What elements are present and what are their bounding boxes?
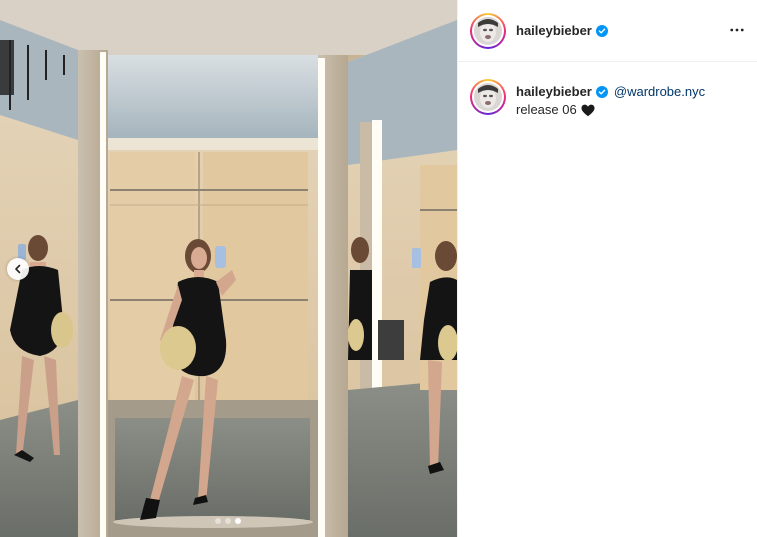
black-heart-icon xyxy=(581,104,595,116)
caption-avatar[interactable] xyxy=(470,79,506,115)
post-sidebar: haileybieber haileybieber @wardrobe.nyc … xyxy=(457,0,757,537)
carousel-dot-active xyxy=(235,518,241,524)
verified-badge-icon xyxy=(595,24,608,37)
header-username[interactable]: haileybieber xyxy=(516,23,592,38)
caption-text: haileybieber @wardrobe.nyc release 06 xyxy=(516,79,705,119)
post-header: haileybieber xyxy=(458,0,757,62)
caption-username[interactable]: haileybieber xyxy=(516,83,592,101)
avatar[interactable] xyxy=(470,12,506,49)
post-photo[interactable] xyxy=(0,0,457,537)
chevron-left-icon xyxy=(15,264,21,274)
carousel-dot xyxy=(225,518,231,524)
caption-body-text: release 06 xyxy=(516,102,577,117)
carousel-indicator xyxy=(215,518,241,524)
avatar-image xyxy=(474,83,502,111)
carousel-dot xyxy=(215,518,221,524)
more-options-icon xyxy=(730,28,744,32)
more-options-button[interactable] xyxy=(729,22,745,38)
verified-badge-icon xyxy=(595,86,608,98)
mention-link[interactable]: @wardrobe.nyc xyxy=(614,83,705,101)
avatar-image xyxy=(474,16,502,45)
carousel-prev-button[interactable] xyxy=(7,258,29,280)
caption: haileybieber @wardrobe.nyc release 06 xyxy=(458,62,757,119)
mirror-selfie-photo xyxy=(0,0,457,537)
